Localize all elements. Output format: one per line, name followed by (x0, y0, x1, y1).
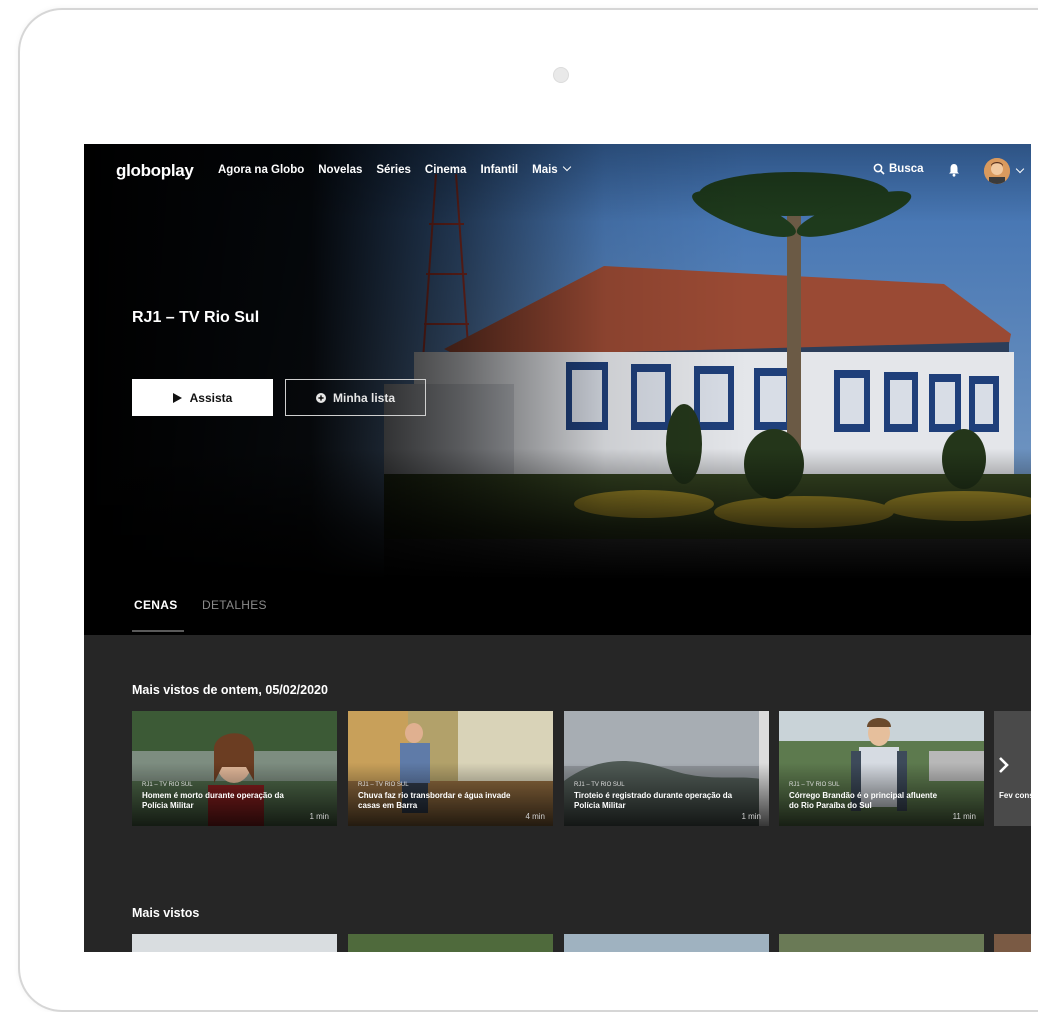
tab-bar: CENAS DETALHES (84, 579, 1031, 635)
plus-circle-icon (315, 392, 326, 403)
top-nav: globoplay Agora na Globo Novelas Séries … (84, 144, 1031, 198)
card-caption: Chuva faz rio transbordar e água invade … (358, 791, 511, 810)
camera-dot (553, 67, 569, 83)
video-card[interactable]: RJ1 – TV RIO SUL Homem é morto durante o… (132, 711, 337, 826)
nav-item-novelas[interactable]: Novelas (318, 164, 362, 176)
video-card[interactable] (564, 934, 769, 952)
app-screen: globoplay Agora na Globo Novelas Séries … (84, 144, 1031, 952)
card-caption: Córrego Brandão é o principal afluente d… (789, 791, 938, 810)
card-duration: 4 min (525, 812, 545, 821)
video-card-partial[interactable] (994, 934, 1031, 952)
play-icon (172, 392, 182, 403)
card-program-tag: RJ1 – TV RIO SUL (358, 782, 409, 788)
search-button[interactable]: Busca (873, 163, 924, 175)
my-list-button[interactable]: Minha lista (285, 379, 426, 416)
card-caption: Homem é morto durante operação da Políci… (142, 791, 284, 810)
card-duration: 11 min (952, 812, 976, 821)
video-card[interactable] (348, 934, 553, 952)
card-duration: 1 min (309, 812, 329, 821)
chevron-down-icon[interactable] (1015, 164, 1025, 174)
card-duration: 1 min (741, 812, 761, 821)
page-title: RJ1 – TV Rio Sul (132, 309, 260, 326)
nav-item-series[interactable]: Séries (376, 164, 411, 176)
video-card[interactable]: RJ1 – TV RIO SUL Chuva faz rio transbord… (348, 711, 553, 826)
nav-item-mais[interactable]: Mais (532, 162, 571, 176)
card-caption: Tiroteio é registrado durante operação d… (574, 791, 733, 810)
section-title-mais-vistos: Mais vistos (132, 906, 200, 920)
nav-item-infantil[interactable]: Infantil (480, 164, 518, 176)
globoplay-logo[interactable]: globoplay (116, 161, 194, 181)
nav-item-cinema[interactable]: Cinema (425, 164, 467, 176)
play-button-label: Assista (189, 390, 233, 405)
card-caption-partial: Fev cons (999, 791, 1031, 800)
active-tab-indicator (132, 630, 184, 632)
search-icon (873, 163, 885, 175)
tab-cenas[interactable]: CENAS (134, 598, 178, 612)
nav-item-mais-label: Mais (532, 164, 558, 176)
tab-detalhes[interactable]: DETALHES (202, 598, 267, 612)
chevron-down-icon (562, 162, 571, 172)
play-button[interactable]: Assista (132, 379, 273, 416)
section-title-mais-vistos-ontem: Mais vistos de ontem, 05/02/2020 (132, 683, 328, 697)
card-program-tag: RJ1 – TV RIO SUL (574, 782, 625, 788)
video-card[interactable] (132, 934, 337, 952)
main-menu: Agora na Globo Novelas Séries Cinema Inf… (218, 162, 571, 176)
card-program-tag: RJ1 – TV RIO SUL (789, 782, 840, 788)
bell-icon[interactable] (948, 163, 960, 177)
search-label: Busca (889, 163, 924, 175)
hero-banner: globoplay Agora na Globo Novelas Séries … (84, 144, 1031, 579)
card-program-tag: RJ1 – TV RIO SUL (142, 782, 193, 788)
chevron-right-icon[interactable] (998, 756, 1010, 774)
video-card[interactable]: RJ1 – TV RIO SUL Córrego Brandão é o pri… (779, 711, 984, 826)
nav-item-agora-na-globo[interactable]: Agora na Globo (218, 164, 304, 176)
my-list-label: Minha lista (332, 390, 395, 405)
video-card[interactable] (779, 934, 984, 952)
avatar[interactable] (984, 158, 1010, 184)
video-card[interactable]: RJ1 – TV RIO SUL Tiroteio é registrado d… (564, 711, 769, 826)
hero-gradient-vertical (84, 144, 1031, 579)
